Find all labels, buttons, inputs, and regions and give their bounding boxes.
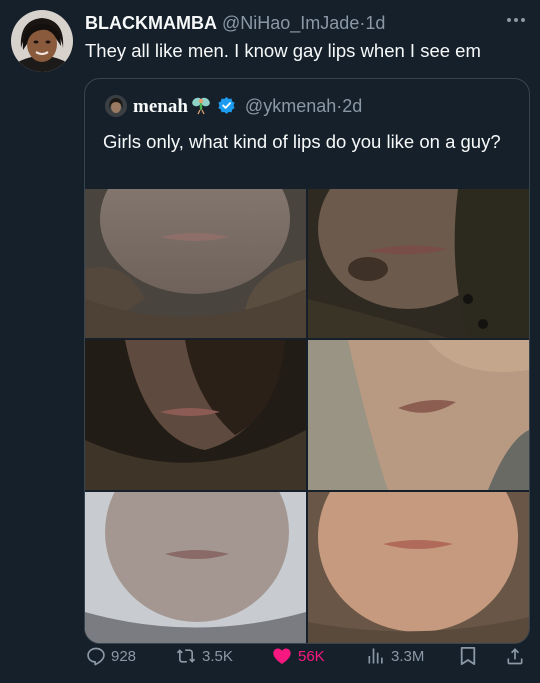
author-handle[interactable]: @NiHao_ImJade bbox=[222, 13, 359, 33]
quoted-time[interactable]: 2d bbox=[342, 96, 362, 116]
repost-count: 3.5K bbox=[202, 648, 233, 665]
media-photo-1[interactable] bbox=[85, 189, 306, 338]
media-photo-2[interactable] bbox=[308, 189, 529, 338]
author-name[interactable]: BLACKMAMBA bbox=[85, 13, 217, 33]
author-avatar[interactable] bbox=[11, 10, 73, 72]
bookmark-button[interactable] bbox=[459, 646, 482, 668]
media-grid bbox=[85, 189, 529, 643]
media-photo-5[interactable] bbox=[85, 492, 306, 643]
views-count: 3.3M bbox=[391, 648, 425, 665]
quoted-author-name[interactable]: menah bbox=[133, 96, 188, 117]
views-icon bbox=[368, 648, 383, 664]
tweet-text: They all like men. I know gay lips when … bbox=[85, 40, 481, 61]
fairy-emoji-icon bbox=[191, 95, 211, 121]
repost-button[interactable]: 3.5K bbox=[175, 646, 233, 668]
quoted-text: Girls only, what kind of lips do you lik… bbox=[103, 131, 501, 152]
quoted-author-avatar[interactable] bbox=[105, 95, 127, 117]
reply-icon bbox=[87, 647, 105, 666]
like-icon bbox=[273, 648, 291, 664]
share-icon bbox=[507, 648, 523, 665]
repost-icon bbox=[176, 649, 196, 663]
quoted-header: menah @ykmenah·2d bbox=[133, 94, 362, 118]
media-photo-6[interactable] bbox=[308, 492, 529, 643]
views-button[interactable]: 3.3M bbox=[366, 646, 424, 668]
share-button[interactable] bbox=[505, 646, 530, 668]
quoted-tweet[interactable]: menah @ykmenah·2d Girls only, what kind … bbox=[84, 78, 530, 644]
quoted-author-handle[interactable]: @ykmenah bbox=[245, 96, 336, 116]
more-icon[interactable] bbox=[506, 10, 526, 28]
reply-count: 928 bbox=[111, 648, 137, 665]
media-photo-4[interactable] bbox=[308, 340, 529, 490]
like-button[interactable]: 56K bbox=[271, 646, 325, 668]
tweet-time[interactable]: 1d bbox=[365, 13, 385, 33]
like-count: 56K bbox=[298, 648, 325, 665]
verified-badge-icon bbox=[217, 96, 236, 121]
action-bar: 928 3.5K 56K 3.3M bbox=[0, 646, 540, 668]
tweet-header: BLACKMAMBA @NiHao_ImJade·1d bbox=[85, 12, 528, 34]
media-photo-3[interactable] bbox=[85, 340, 306, 490]
bookmark-icon bbox=[460, 647, 476, 665]
reply-button[interactable]: 928 bbox=[86, 646, 136, 668]
tweet[interactable]: BLACKMAMBA @NiHao_ImJade·1d They all lik… bbox=[0, 0, 540, 683]
